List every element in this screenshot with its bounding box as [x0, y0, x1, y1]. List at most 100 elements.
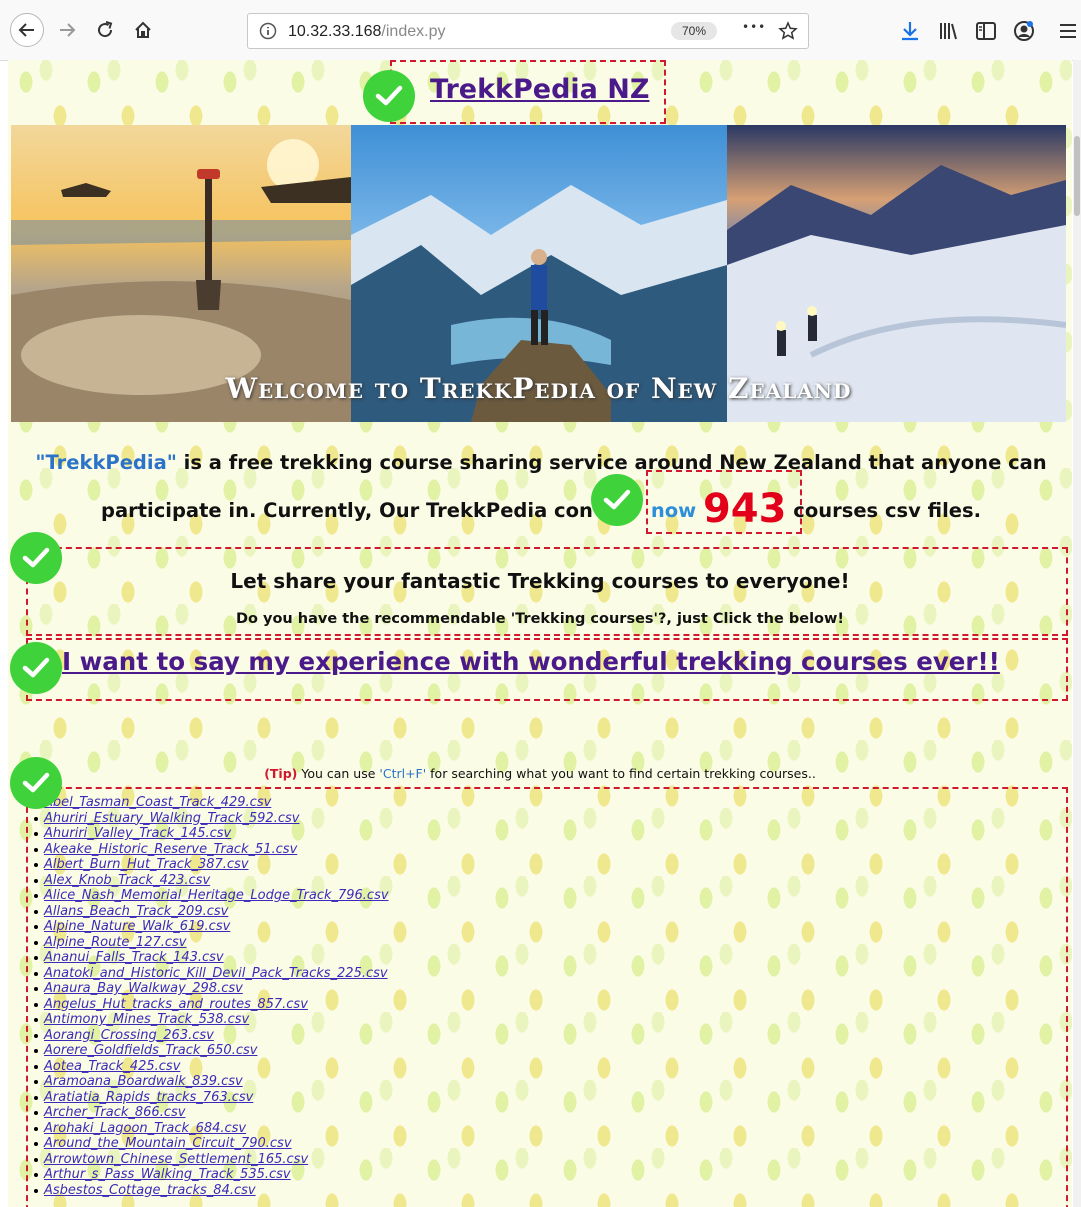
- count-suffix: courses csv files.: [793, 499, 981, 522]
- course-file-link[interactable]: Aotea_Track_425.csv: [44, 1059, 180, 1074]
- course-file-link[interactable]: Archer_Track_866.csv: [44, 1105, 185, 1120]
- site-title-link[interactable]: TrekkPedia NZ: [430, 74, 649, 105]
- course-list-item: Alpine_Route_127.csv: [34, 935, 389, 951]
- course-file-link[interactable]: Around_the_Mountain_Circuit_790.csv: [44, 1136, 292, 1151]
- reload-button[interactable]: [88, 13, 122, 47]
- back-button[interactable]: [10, 13, 44, 47]
- course-file-link[interactable]: Ahuriri_Estuary_Walking_Track_592.csv: [44, 811, 299, 826]
- course-file-link[interactable]: Anatoki_and_Historic_Kill_Devil_Pack_Tra…: [44, 966, 388, 981]
- share-experience-link[interactable]: I want to say my experience with wonderf…: [62, 647, 1000, 676]
- check-icon: [10, 532, 62, 584]
- info-icon: [259, 22, 277, 40]
- course-file-link[interactable]: Ananui_Falls_Track_143.csv: [44, 950, 224, 965]
- course-list-item: Archer_Track_866.csv: [34, 1105, 389, 1121]
- course-file-link[interactable]: Alpine_Nature_Walk_619.csv: [44, 919, 230, 934]
- intro-line2: participate in. Currently, Our TrekkPedi…: [100, 499, 593, 522]
- check-icon: [363, 70, 415, 122]
- course-list-item: Alex_Knob_Track_423.csv: [34, 873, 389, 889]
- course-list-item: Ahuriri_Valley_Track_145.csv: [34, 826, 389, 842]
- back-arrow-icon: [18, 23, 34, 37]
- course-list-item: Anatoki_and_Historic_Kill_Devil_Pack_Tra…: [34, 966, 389, 982]
- check-icon: [10, 757, 62, 809]
- course-file-link[interactable]: Aorangi_Crossing_263.csv: [44, 1028, 214, 1043]
- scrollbar-thumb[interactable]: [1074, 136, 1080, 216]
- course-list-item: Asbestos_Cottage_tracks_84.csv: [34, 1183, 389, 1199]
- share-subheading: Do you have the recommendable 'Trekking …: [235, 611, 845, 627]
- intro-paragraph: "TrekkPedia" is a free trekking course s…: [16, 440, 1066, 534]
- course-list-item: Antimony_Mines_Track_538.csv: [34, 1012, 389, 1028]
- zoom-level-badge[interactable]: 70%: [671, 22, 717, 40]
- course-file-link[interactable]: Angelus_Hut_tracks_and_routes_857.csv: [44, 997, 308, 1012]
- course-list-item: Akeake_Historic_Reserve_Track_51.csv: [34, 842, 389, 858]
- page-content: TrekkPedia NZ Welcome to TrekkPedia of N…: [8, 60, 1072, 1207]
- library-icon[interactable]: [937, 20, 959, 42]
- url-host: 10.32.33.168: [288, 23, 382, 40]
- account-icon[interactable]: [1013, 20, 1035, 42]
- course-file-link[interactable]: Alpine_Route_127.csv: [44, 935, 187, 950]
- course-list-item: Abel_Tasman_Coast_Track_429.csv: [34, 795, 389, 811]
- course-file-link[interactable]: Akeake_Historic_Reserve_Track_51.csv: [44, 842, 297, 857]
- course-list-item: Aorere_Goldfields_Track_650.csv: [34, 1043, 389, 1059]
- course-file-link[interactable]: Antimony_Mines_Track_538.csv: [44, 1012, 249, 1027]
- forward-button[interactable]: [50, 13, 84, 47]
- course-file-link[interactable]: Aratiatia_Rapids_tracks_763.csv: [44, 1090, 253, 1105]
- course-file-link[interactable]: Albert_Burn_Hut_Track_387.csv: [44, 857, 249, 872]
- banner-caption: Welcome to TrekkPedia of New Zealand: [225, 372, 852, 405]
- browser-toolbar: 10.32.33.168/index.py 70% •••: [0, 0, 1081, 61]
- course-file-link[interactable]: Anaura_Bay_Walkway_298.csv: [44, 981, 243, 996]
- intro-line1: is a free trekking course sharing servic…: [176, 451, 1047, 474]
- forward-arrow-icon: [60, 23, 76, 37]
- course-list-item: Aratiatia_Rapids_tracks_763.csv: [34, 1090, 389, 1106]
- welcome-banner: Welcome to TrekkPedia of New Zealand: [11, 125, 1066, 422]
- course-file-link[interactable]: Asbestos_Cottage_tracks_84.csv: [44, 1183, 256, 1198]
- url-text: 10.32.33.168/index.py: [288, 23, 445, 41]
- course-list-item: Allans_Beach_Track_209.csv: [34, 904, 389, 920]
- brand-name: "TrekkPedia": [35, 451, 177, 474]
- home-icon: [135, 21, 151, 38]
- course-list-item: Angelus_Hut_tracks_and_routes_857.csv: [34, 997, 389, 1013]
- course-list-item: Arohaki_Lagoon_Track_684.csv: [34, 1121, 389, 1137]
- course-list-item: Ananui_Falls_Track_143.csv: [34, 950, 389, 966]
- sidebar-icon[interactable]: [975, 21, 997, 41]
- course-file-link[interactable]: Arohaki_Lagoon_Track_684.csv: [44, 1121, 246, 1136]
- course-file-link[interactable]: Ahuriri_Valley_Track_145.csv: [44, 826, 231, 841]
- course-list-item: Albert_Burn_Hut_Track_387.csv: [34, 857, 389, 873]
- count-highlight-box: [646, 470, 802, 534]
- tip-text-after: for searching what you want to find cert…: [426, 766, 816, 781]
- tip-shortcut: 'Ctrl+F': [379, 766, 427, 781]
- course-file-link[interactable]: Allans_Beach_Track_209.csv: [44, 904, 228, 919]
- home-button[interactable]: [126, 13, 160, 47]
- url-bar[interactable]: 10.32.33.168/index.py 70% •••: [247, 13, 809, 49]
- check-icon: [10, 642, 62, 694]
- download-icon[interactable]: [899, 20, 921, 42]
- course-list-item: Arrowtown_Chinese_Settlement_165.csv: [34, 1152, 389, 1168]
- course-list: Abel_Tasman_Coast_Track_429.csv Ahuriri_…: [34, 795, 389, 1198]
- course-list-item: Aotea_Track_425.csv: [34, 1059, 389, 1075]
- course-list-item: Anaura_Bay_Walkway_298.csv: [34, 981, 389, 997]
- course-list-item: Around_the_Mountain_Circuit_790.csv: [34, 1136, 389, 1152]
- url-path: /index.py: [381, 23, 446, 40]
- course-list-item: Alpine_Nature_Walk_619.csv: [34, 919, 389, 935]
- course-file-link[interactable]: Alice_Nash_Memorial_Heritage_Lodge_Track…: [44, 888, 389, 903]
- page-scrollbar[interactable]: [1073, 60, 1081, 1207]
- course-file-link[interactable]: Arthur_s_Pass_Walking_Track_535.csv: [44, 1167, 291, 1182]
- share-heading: Let share your fantastic Trekking course…: [230, 569, 850, 593]
- course-file-link[interactable]: Abel_Tasman_Coast_Track_429.csv: [44, 795, 271, 810]
- course-file-link[interactable]: Alex_Knob_Track_423.csv: [44, 873, 210, 888]
- course-list-item: Aorangi_Crossing_263.csv: [34, 1028, 389, 1044]
- course-file-link[interactable]: Aorere_Goldfields_Track_650.csv: [44, 1043, 257, 1058]
- bookmark-star-icon[interactable]: [778, 21, 798, 41]
- course-file-link[interactable]: Aramoana_Boardwalk_839.csv: [44, 1074, 243, 1089]
- tip-label: (Tip): [264, 766, 298, 781]
- hamburger-menu-icon[interactable]: [1058, 21, 1078, 41]
- reload-icon: [98, 21, 113, 38]
- course-list-item: Arthur_s_Pass_Walking_Track_535.csv: [34, 1167, 389, 1183]
- tip-text-before: You can use: [297, 766, 380, 781]
- page-actions-menu-button[interactable]: •••: [742, 20, 766, 34]
- check-icon: [591, 474, 643, 526]
- course-list-item: Ahuriri_Estuary_Walking_Track_592.csv: [34, 811, 389, 827]
- course-file-link[interactable]: Arrowtown_Chinese_Settlement_165.csv: [44, 1152, 308, 1167]
- course-list-item: Aramoana_Boardwalk_839.csv: [34, 1074, 389, 1090]
- course-list-item: Alice_Nash_Memorial_Heritage_Lodge_Track…: [34, 888, 389, 904]
- search-tip: (Tip) You can use 'Ctrl+F' for searching…: [8, 766, 1072, 781]
